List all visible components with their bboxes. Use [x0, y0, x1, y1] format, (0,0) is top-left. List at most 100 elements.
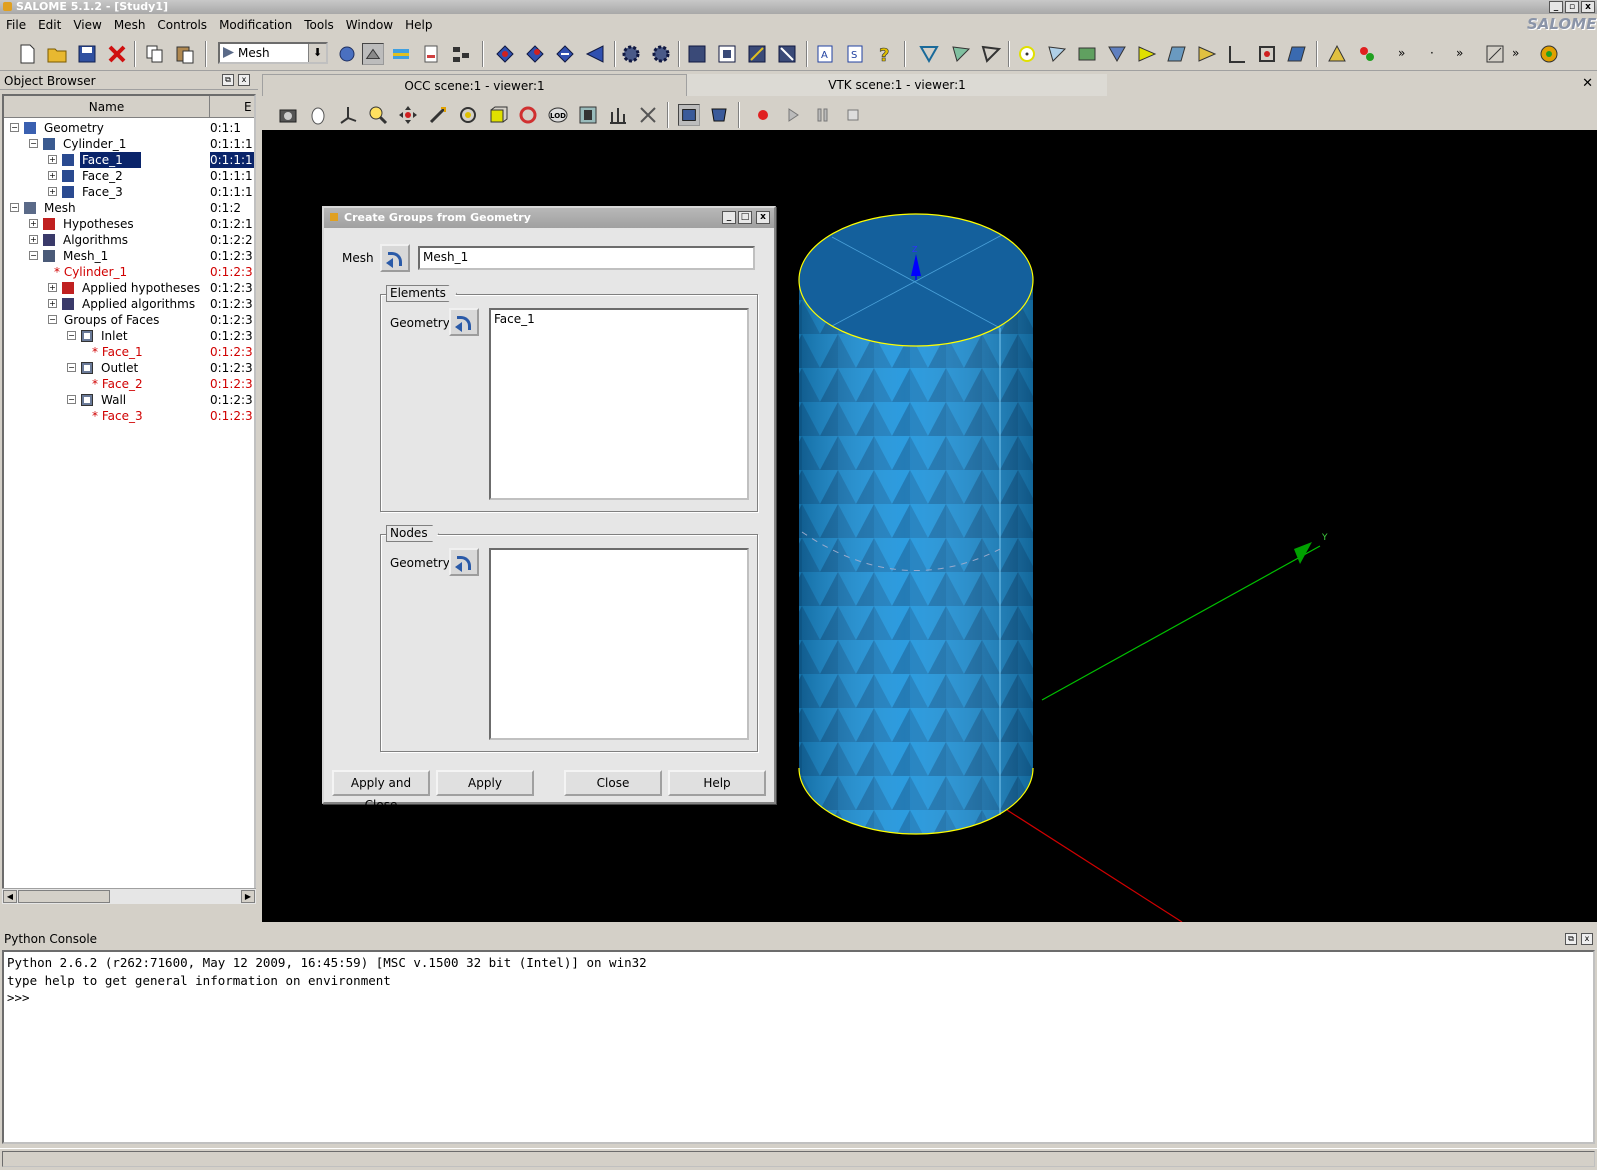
tree-row[interactable]: − Mesh_1 0:1:2:3 — [4, 248, 254, 264]
tab-vtk-scene[interactable]: VTK scene:1 - viewer:1 — [687, 74, 1107, 96]
expand-icon[interactable]: + — [48, 299, 57, 308]
interaction-style-icon[interactable] — [307, 104, 329, 126]
tree-horizontal-scrollbar[interactable]: ◀ ▶ — [2, 888, 256, 904]
compute-icon[interactable] — [584, 43, 606, 65]
geometry-module-icon[interactable] — [390, 43, 412, 65]
nodes-geometry-select-button[interactable] — [449, 548, 479, 576]
collapse-icon[interactable]: − — [10, 123, 19, 132]
group-delete-icon[interactable] — [776, 43, 798, 65]
tree-row[interactable]: + Applied hypotheses 0:1:2:3:2 — [4, 280, 254, 296]
expand-icon[interactable]: + — [48, 171, 57, 180]
tree-row[interactable]: + Algorithms 0:1:2:2 — [4, 232, 254, 248]
rotate-icon[interactable] — [457, 104, 479, 126]
controls-warping-icon[interactable] — [1196, 43, 1218, 65]
tree-item-label[interactable]: Inlet — [99, 328, 130, 344]
mesh-select-button[interactable] — [380, 244, 410, 272]
open-folder-icon[interactable] — [46, 43, 68, 65]
tree-item-label[interactable]: Applied algorithms — [80, 296, 197, 312]
clipping-icon[interactable] — [577, 104, 599, 126]
menu-window[interactable]: Window — [340, 15, 399, 36]
tree-row[interactable]: − Outlet 0:1:2:3:1 — [4, 360, 254, 376]
apply-button[interactable]: Apply — [436, 770, 534, 796]
tree-row[interactable]: + Face_3 0:1:1:1:3 — [4, 184, 254, 200]
collapse-icon[interactable]: − — [67, 331, 76, 340]
toolbar-overflow-1[interactable]: » — [1398, 46, 1405, 60]
object-tree[interactable]: Name E − Geometry 0:1:1− Cylinder_1 0:1:1:1 +… — [2, 94, 256, 902]
reset-view-icon[interactable] — [517, 104, 539, 126]
tree-item-label[interactable]: Mesh_1 — [61, 248, 110, 264]
close-button[interactable]: Close — [564, 770, 662, 796]
tree-row[interactable]: * Cylinder_1 0:1:2:3:1 — [4, 264, 254, 280]
play-icon[interactable] — [782, 104, 804, 126]
controls-max-element-icon[interactable] — [1286, 43, 1308, 65]
tree-row[interactable]: − Inlet 0:1:2:3:1 — [4, 328, 254, 344]
tree-row[interactable]: −Groups of Faces 0:1:2:3:1 — [4, 312, 254, 328]
scroll-thumb[interactable] — [18, 890, 110, 903]
graduated-axes-icon[interactable] — [637, 104, 659, 126]
menu-file[interactable]: File — [0, 15, 32, 36]
stop-icon[interactable] — [842, 104, 864, 126]
toolbar-overflow-2[interactable]: » — [1456, 46, 1463, 60]
mesh-module-icon[interactable] — [362, 43, 384, 65]
splitter-handle[interactable] — [0, 925, 1597, 928]
pause-icon[interactable] — [812, 104, 834, 126]
tree-row[interactable]: * Face_3 0:1:2:3:1 — [4, 408, 254, 424]
menu-help[interactable]: Help — [399, 15, 438, 36]
dialog-close-button[interactable]: x — [756, 211, 770, 224]
tree-row[interactable]: + Hypotheses 0:1:2:1 — [4, 216, 254, 232]
menu-tools[interactable]: Tools — [298, 15, 340, 36]
parallel-projection-icon[interactable] — [678, 104, 700, 126]
module-icon[interactable] — [336, 43, 358, 65]
copy-icon[interactable] — [144, 43, 166, 65]
tree-item-label[interactable]: Face_3 — [80, 184, 125, 200]
controls-aspect-icon[interactable] — [1136, 43, 1158, 65]
controls-edge-icon[interactable] — [1046, 43, 1068, 65]
apply-and-close-button[interactable]: Apply and Close — [332, 770, 430, 812]
mesh-field[interactable]: Mesh_1 — [418, 246, 755, 270]
collapse-icon[interactable]: − — [10, 203, 19, 212]
tree-row[interactable]: − Wall 0:1:2:3:1 — [4, 392, 254, 408]
tree-row[interactable]: − Cylinder_1 0:1:1:1 — [4, 136, 254, 152]
tree-item-label[interactable]: Wall — [99, 392, 128, 408]
entry-column-header[interactable]: E — [244, 96, 252, 118]
tree-row[interactable]: + Face_2 0:1:1:1:2 — [4, 168, 254, 184]
expand-icon[interactable]: + — [48, 155, 57, 164]
yacs-icon[interactable] — [450, 43, 472, 65]
tree-item-label[interactable]: Face_1 — [80, 152, 141, 168]
restore-button[interactable]: ▫ — [1565, 1, 1579, 13]
create-group-icon[interactable] — [686, 43, 708, 65]
tree-item-label[interactable]: Outlet — [99, 360, 140, 376]
algorithm-gear-icon[interactable] — [650, 43, 672, 65]
name-column-header[interactable]: Name — [4, 96, 210, 118]
save-icon[interactable] — [76, 43, 98, 65]
tree-row[interactable]: * Face_2 0:1:2:3:1 — [4, 376, 254, 392]
toolbar-overflow-3[interactable]: » — [1512, 46, 1519, 60]
menu-modification[interactable]: Modification — [213, 15, 298, 36]
info-s-icon[interactable]: S — [844, 43, 866, 65]
tree-row[interactable]: + Applied algorithms 0:1:2:3:3 — [4, 296, 254, 312]
controls-connection-icon[interactable] — [980, 43, 1002, 65]
controls-area-icon[interactable] — [1076, 43, 1098, 65]
controls-length-icon[interactable] — [950, 43, 972, 65]
scroll-left-icon[interactable]: ◀ — [3, 890, 17, 903]
controls-volume-icon[interactable] — [1256, 43, 1278, 65]
list-item[interactable]: Face_1 — [494, 312, 744, 326]
scroll-right-icon[interactable]: ▶ — [241, 890, 255, 903]
edit-mesh-icon[interactable] — [554, 43, 576, 65]
trihedron-icon[interactable] — [337, 104, 359, 126]
dump-view-icon[interactable] — [277, 104, 299, 126]
new-document-icon[interactable] — [16, 43, 38, 65]
tree-item-label[interactable]: * Face_1 — [90, 344, 145, 360]
chevron-down-icon[interactable]: ⬇ — [308, 44, 326, 62]
info-a-icon[interactable]: A — [814, 43, 836, 65]
tree-item-label[interactable]: Cylinder_1 — [61, 136, 128, 152]
collapse-icon[interactable]: − — [67, 395, 76, 404]
undock-icon[interactable]: ⧉ — [222, 74, 234, 86]
console-undock-icon[interactable]: ⧉ — [1565, 933, 1577, 945]
menu-view[interactable]: View — [67, 15, 107, 36]
collapse-icon[interactable]: − — [29, 251, 38, 260]
python-console[interactable]: Python 2.6.2 (r262:71600, May 12 2009, 1… — [2, 950, 1595, 1144]
tree-item-label[interactable]: * Face_2 — [90, 376, 145, 392]
close-document-icon[interactable] — [106, 43, 128, 65]
tree-item-label[interactable]: Hypotheses — [61, 216, 136, 232]
